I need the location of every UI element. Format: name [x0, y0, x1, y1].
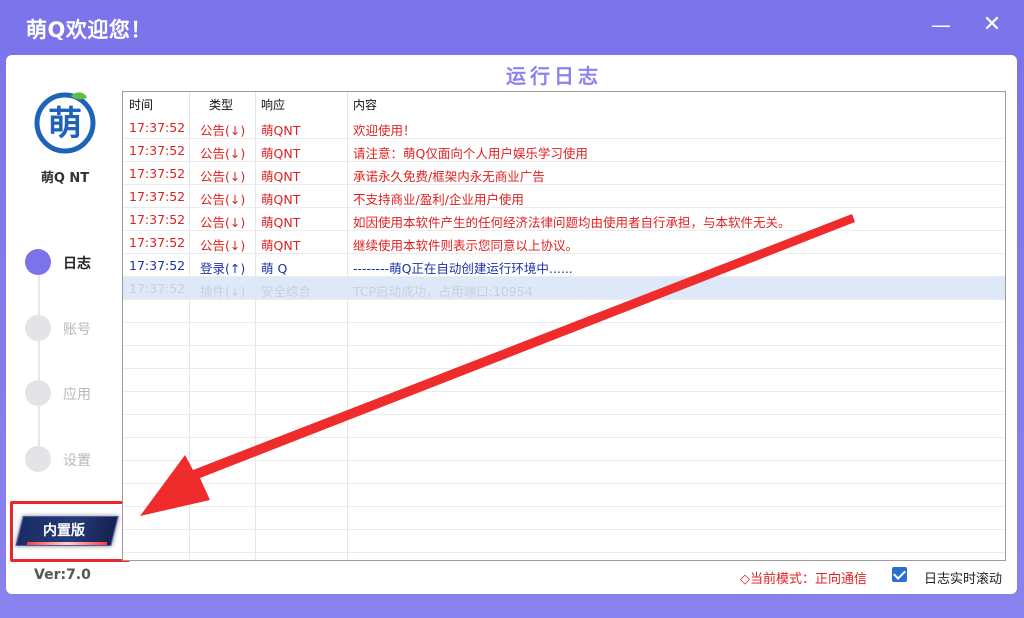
- empty-table-row[interactable]: [123, 346, 1005, 369]
- cell-time: 17:37:52: [129, 120, 186, 135]
- empty-table-row[interactable]: [123, 415, 1005, 438]
- builtin-edition-badge[interactable]: 内置版: [15, 512, 119, 552]
- table-row[interactable]: 17:37:52 公告(↓) 萌QNT 不支持商业/盈利/企业用户使用: [123, 185, 1005, 208]
- nav-dot-icon: [25, 249, 51, 275]
- cell-resp: 安全综合: [261, 284, 312, 299]
- nav-label: 账号: [63, 322, 91, 338]
- cell-type: 公告(↓): [200, 169, 246, 184]
- autoscroll-label[interactable]: 日志实时滚动: [924, 568, 1002, 587]
- cell-content: TCP启动成功，占用端口:10954: [353, 284, 533, 299]
- empty-table-row[interactable]: [123, 300, 1005, 323]
- cell-resp: 萌QNT: [261, 146, 301, 161]
- nav-item-settings[interactable]: 设置: [25, 444, 115, 472]
- empty-table-row[interactable]: [123, 369, 1005, 392]
- version-label: Ver:7.0: [34, 567, 91, 583]
- table-header: 时间 类型 响应 内容: [123, 92, 1005, 116]
- nav-connector-line: [38, 260, 40, 460]
- nav-item-log[interactable]: 日志: [25, 247, 115, 275]
- cell-type: 公告(↓): [200, 192, 246, 207]
- cell-resp: 萌QNT: [261, 123, 301, 138]
- status-footer: ◇当前模式：正向通信 日志实时滚动: [736, 565, 1016, 587]
- cell-content: 不支持商业/盈利/企业用户使用: [353, 192, 524, 207]
- column-header-content[interactable]: 内容: [353, 96, 377, 113]
- empty-table-row[interactable]: [123, 530, 1005, 553]
- nav-dot-icon: [25, 380, 51, 406]
- empty-table-row[interactable]: [123, 392, 1005, 415]
- cell-resp: 萌QNT: [261, 169, 301, 184]
- nav-label: 设置: [63, 453, 91, 469]
- empty-table-row[interactable]: [123, 484, 1005, 507]
- cell-type: 登录(↑): [200, 261, 246, 276]
- column-header-response[interactable]: 响应: [261, 96, 285, 113]
- empty-table-row[interactable]: [123, 461, 1005, 484]
- cell-resp: 萌QNT: [261, 215, 301, 230]
- cell-type: 公告(↓): [200, 146, 246, 161]
- cell-content: 继续使用本软件则表示您同意以上协议。: [353, 238, 579, 253]
- nav-label: 日志: [63, 256, 91, 272]
- table-row[interactable]: 17:37:52 公告(↓) 萌QNT 欢迎使用！: [123, 116, 1005, 139]
- content-panel: 萌 萌Q NT 日志 账号 应用 设置 内置版 Ver:7.0 运行日志 时间 …: [6, 55, 1017, 594]
- cell-resp: 萌 Q: [261, 261, 288, 276]
- cell-type: 公告(↓): [200, 123, 246, 138]
- cell-content: --------萌Q正在自动创建运行环境中......: [353, 261, 573, 276]
- empty-table-row[interactable]: [123, 323, 1005, 346]
- badge-underline: [27, 542, 107, 545]
- nav-label: 应用: [63, 387, 91, 403]
- cell-time: 17:37:52: [129, 143, 186, 158]
- cell-time: 17:37:52: [129, 166, 186, 181]
- column-header-type[interactable]: 类型: [209, 96, 233, 113]
- cell-content: 如因使用本软件产生的任何经济法律问题均由使用者自行承担，与本软件无关。: [353, 215, 791, 230]
- cell-type: 公告(↓): [200, 215, 246, 230]
- cell-content: 承诺永久免费/框架内永无商业广告: [353, 169, 545, 184]
- cell-time: 17:37:52: [129, 258, 186, 273]
- cell-type: 插件(↓): [200, 284, 246, 299]
- autoscroll-checkbox[interactable]: [892, 567, 907, 582]
- window-title: 萌Q欢迎您！: [26, 18, 152, 42]
- cell-time: 17:37:52: [129, 281, 186, 296]
- nav-item-account[interactable]: 账号: [25, 313, 115, 341]
- table-row[interactable]: 17:37:52 公告(↓) 萌QNT 承诺永久免费/框架内永无商业广告: [123, 162, 1005, 185]
- empty-table-row[interactable]: [123, 438, 1005, 461]
- empty-table-row[interactable]: [123, 507, 1005, 530]
- cell-resp: 萌QNT: [261, 192, 301, 207]
- table-row[interactable]: 17:37:52 公告(↓) 萌QNT 继续使用本软件则表示您同意以上协议。: [123, 231, 1005, 254]
- cell-content: 欢迎使用！: [353, 123, 416, 138]
- column-header-time[interactable]: 时间: [129, 96, 153, 113]
- table-row[interactable]: 17:37:52 公告(↓) 萌QNT 请注意：萌Q仅面向个人用户娱乐学习使用: [123, 139, 1005, 162]
- app-logo: 萌: [34, 92, 96, 154]
- badge-label: 内置版: [43, 523, 85, 539]
- cell-time: 17:37:52: [129, 189, 186, 204]
- sidebar: 萌 萌Q NT 日志 账号 应用 设置 内置版 Ver:7.0: [6, 55, 130, 594]
- nav-dot-icon: [25, 315, 51, 341]
- svg-text:萌: 萌: [48, 104, 82, 144]
- table-row[interactable]: 17:37:52 登录(↑) 萌 Q --------萌Q正在自动创建运行环境中...…: [123, 254, 1005, 277]
- highlight-box: 内置版: [10, 501, 130, 562]
- nav-dot-icon: [25, 446, 51, 472]
- minimize-button[interactable]: —: [930, 14, 952, 36]
- app-window: 萌Q欢迎您！ — ✕ 萌 萌Q NT 日志 账号 应用 设置 内置版 Ver:7…: [0, 0, 1024, 618]
- close-button[interactable]: ✕: [981, 14, 1003, 36]
- cell-time: 17:37:52: [129, 235, 186, 250]
- table-row[interactable]: 17:37:52 插件(↓) 安全综合 TCP启动成功，占用端口:10954: [123, 277, 1005, 300]
- log-table[interactable]: 时间 类型 响应 内容 17:37:52 公告(↓) 萌QNT 欢迎使用！ 17:37:…: [122, 91, 1006, 561]
- cell-time: 17:37:52: [129, 212, 186, 227]
- table-row[interactable]: 17:37:52 公告(↓) 萌QNT 如因使用本软件产生的任何经济法律问题均由使用者…: [123, 208, 1005, 231]
- nav-item-apps[interactable]: 应用: [25, 378, 115, 406]
- cell-resp: 萌QNT: [261, 238, 301, 253]
- cell-type: 公告(↓): [200, 238, 246, 253]
- app-name: 萌Q NT: [40, 171, 90, 186]
- current-mode-label: ◇当前模式：正向通信: [740, 572, 867, 587]
- log-title: 运行日志: [506, 64, 602, 88]
- cell-content: 请注意：萌Q仅面向个人用户娱乐学习使用: [353, 146, 588, 161]
- title-bar: 萌Q欢迎您！ — ✕: [0, 0, 1024, 56]
